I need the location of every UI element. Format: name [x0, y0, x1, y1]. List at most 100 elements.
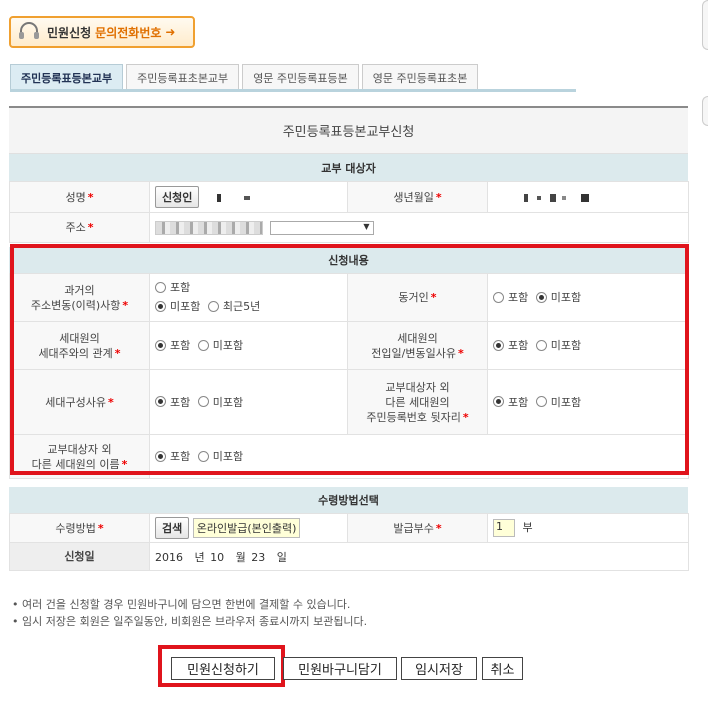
note-line: • 임시 저장은 회원은 일주일동안, 비회원은 브라우저 종료시까지 보관됩니… [12, 615, 368, 628]
receipt-table: 수령방법 * 검색 온라인발급(본인출력) 발급부수 * 1 부 신청일 2016 … [9, 513, 689, 571]
temp-save-button[interactable]: 임시저장 [401, 657, 477, 680]
tab-english-copy[interactable]: 영문 주민등록표등본 [242, 64, 359, 90]
other-member-name-options: 포함 미포함 [149, 434, 689, 479]
redacted-birth [581, 193, 589, 202]
required-star: * [122, 298, 129, 312]
headset-icon [17, 21, 41, 43]
side-panel-edge [702, 0, 708, 50]
note-line: • 여러 건을 신청할 경우 민원바구니에 담으면 한번에 결제할 수 있습니다… [12, 598, 351, 611]
required-star: * [462, 410, 469, 424]
address-history-options: 포함 미포함 최근5년 [149, 273, 348, 322]
radio-other-id-include[interactable]: 포함 [493, 394, 528, 410]
other-member-name-label: 교부대상자 외 다른 세대원의 이름 * [9, 434, 150, 479]
redacted-birth [524, 193, 528, 202]
redacted-birth [561, 195, 566, 200]
search-button[interactable]: 검색 [155, 517, 190, 539]
other-member-id-options: 포함 미포함 [487, 369, 689, 435]
tab-resident-copy[interactable]: 주민등록표등본교부 [10, 64, 124, 90]
radio-circle [535, 339, 547, 351]
radio-circle [493, 291, 504, 303]
address-history-label: 과거의 주소변동(이력)사항 * [9, 273, 150, 322]
required-star: * [107, 395, 114, 409]
required-star: * [435, 190, 442, 204]
application-form: 주민등록표등본교부신청 교부 대상자 성명* 신청인 생년월일* 주소* [9, 106, 689, 571]
target-table: 성명 * 신청인 생년월일 * 주소 * ▼ [9, 181, 689, 243]
required-star: * [114, 346, 121, 360]
required-star: * [430, 291, 437, 304]
content-table: 과거의 주소변동(이력)사항 * 포함 미포함 최근5년 동거인 * 포함 미포함 세… [9, 273, 689, 479]
birth-cell [487, 181, 689, 213]
radio-household-reason-exclude[interactable]: 미포함 [197, 394, 243, 410]
receipt-section-header: 수령방법선택 [9, 487, 688, 513]
inquiry-phone-button[interactable]: 민원신청 문의전화번호 ➜ [9, 16, 195, 48]
copies-label: 발급부수 * [347, 513, 488, 543]
chevron-down-icon: ▼ [363, 221, 370, 231]
action-bar: 민원신청하기 민원바구니담기 임시저장 취소 [0, 657, 708, 681]
relation-label: 세대원의 세대주와의 관계 * [9, 321, 150, 370]
household-reason-options: 포함 미포함 [149, 369, 348, 435]
required-star: * [97, 521, 104, 535]
side-panel-edge [702, 96, 708, 126]
add-to-basket-button[interactable]: 민원바구니담기 [283, 657, 397, 680]
radio-circle-checked [493, 396, 504, 408]
receipt-method-cell: 검색 온라인발급(본인출력) [149, 513, 348, 543]
radio-circle-checked [155, 450, 166, 462]
birth-label-cell: 생년월일 * [347, 181, 488, 213]
radio-move-in-include[interactable]: 포함 [493, 337, 528, 353]
name-label-cell: 성명 * [9, 181, 150, 213]
copies-cell: 1 부 [487, 513, 689, 543]
radio-other-name-exclude[interactable]: 미포함 [197, 448, 243, 464]
address-label-cell: 주소 * [9, 212, 150, 243]
address-input[interactable] [155, 220, 263, 235]
radio-circle [197, 339, 209, 351]
required-star: * [435, 521, 442, 535]
radio-circle [535, 396, 547, 408]
phone-label: 문의전화번호 [95, 25, 162, 40]
redacted-name [216, 194, 221, 202]
content-section-header: 신청내용 [9, 247, 688, 273]
radio-household-reason-include[interactable]: 포함 [155, 394, 190, 410]
radio-circle-checked [155, 396, 166, 408]
verify-applicant-button[interactable]: 신청인 [155, 186, 200, 208]
required-star: * [121, 457, 128, 471]
address-cell: ▼ [149, 212, 689, 243]
tab-english-abstract[interactable]: 영문 주민등록표초본 [361, 64, 479, 90]
radio-circle-checked [493, 339, 504, 351]
address-detail-select[interactable]: ▼ [269, 220, 374, 235]
radio-circle [197, 450, 209, 462]
copies-unit: 부 [522, 521, 533, 534]
radio-other-id-exclude[interactable]: 미포함 [535, 394, 581, 410]
radio-cohabitant-exclude[interactable]: 미포함 [535, 289, 581, 305]
radio-circle-checked [155, 300, 166, 312]
radio-circle [197, 396, 209, 408]
relation-options: 포함 미포함 [149, 321, 348, 370]
target-section-header: 교부 대상자 [9, 154, 688, 181]
move-in-date-options: 포함 미포함 [487, 321, 689, 370]
other-member-id-label: 교부대상자 외 다른 세대원의 주민등록번호 뒷자리 * [347, 369, 488, 435]
redacted-name [244, 196, 251, 200]
radio-circle [207, 300, 219, 312]
radio-address-history-include[interactable]: 포함 [155, 279, 190, 296]
tab-resident-abstract[interactable]: 주민등록표초본교부 [126, 64, 240, 90]
redacted-birth [550, 193, 556, 202]
radio-relation-include[interactable]: 포함 [155, 337, 190, 353]
radio-move-in-exclude[interactable]: 미포함 [535, 337, 581, 353]
apply-date-label: 신청일 [9, 542, 150, 571]
radio-circle-checked [535, 291, 547, 303]
required-star: * [87, 190, 94, 204]
radio-other-name-include[interactable]: 포함 [155, 448, 190, 464]
radio-address-history-recent5y[interactable]: 최근5년 [207, 298, 260, 315]
household-reason-label: 세대구성사유 * [9, 369, 150, 435]
cancel-button[interactable]: 취소 [482, 657, 523, 680]
arrow-right-icon: ➜ [165, 25, 176, 39]
copies-input[interactable]: 1 [493, 519, 515, 537]
radio-cohabitant-include[interactable]: 포함 [493, 289, 528, 305]
receipt-method-label: 수령방법 * [9, 513, 150, 543]
receipt-method-field[interactable]: 온라인발급(본인출력) [192, 518, 301, 538]
radio-address-history-exclude[interactable]: 미포함 [155, 298, 200, 315]
apply-date-value: 2016 년 10 월 23 일 [149, 542, 689, 571]
name-cell: 신청인 [149, 181, 348, 213]
apply-button[interactable]: 민원신청하기 [171, 657, 275, 680]
cohabitant-label: 동거인 * [347, 273, 488, 322]
radio-relation-exclude[interactable]: 미포함 [197, 337, 243, 353]
